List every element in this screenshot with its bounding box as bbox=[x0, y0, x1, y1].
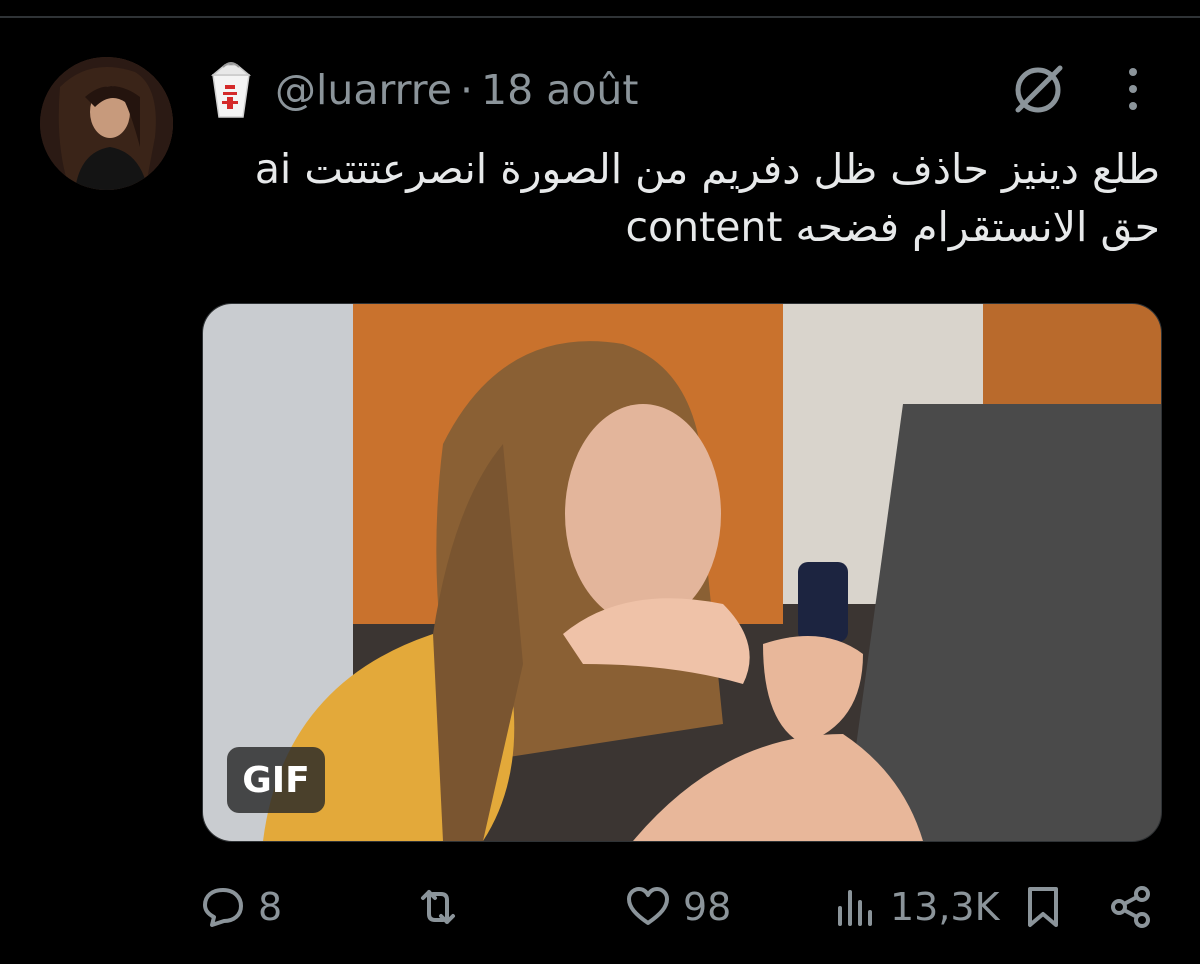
gif-frame bbox=[203, 304, 1161, 841]
reply-count: 8 bbox=[258, 885, 283, 929]
share-icon bbox=[1111, 886, 1150, 928]
reply-icon bbox=[203, 888, 243, 927]
author-handle[interactable]: @luarrre bbox=[275, 69, 452, 111]
tweet-text: طلع دينيز حاذف ظل دفريم من الصورة انصرعت… bbox=[205, 140, 1160, 256]
separator: · bbox=[459, 65, 473, 114]
like-count: 98 bbox=[683, 885, 732, 929]
views-button[interactable]: 13,3K bbox=[832, 875, 1000, 939]
tweet-header: @luarrre · 18 août bbox=[205, 60, 638, 120]
grok-icon[interactable] bbox=[1008, 60, 1068, 120]
avatar[interactable] bbox=[40, 57, 173, 190]
tweet-text-line-2: content حق الانستقرام فضحه bbox=[625, 203, 1161, 251]
tweet-text-line-1: طلع دينيز حاذف ظل دفريم من الصورة انصرعت… bbox=[254, 145, 1160, 193]
bookmark-button[interactable] bbox=[1020, 875, 1066, 939]
views-chart-icon bbox=[838, 890, 872, 926]
retweet-icon bbox=[421, 890, 455, 924]
tweet-date[interactable]: 18 août bbox=[481, 69, 638, 111]
like-button[interactable]: 98 bbox=[625, 875, 731, 939]
gif-badge: GIF bbox=[227, 747, 325, 813]
more-vertical-icon[interactable] bbox=[1116, 64, 1150, 114]
share-button[interactable] bbox=[1108, 875, 1154, 939]
takeout-box-icon bbox=[210, 62, 252, 118]
bookmark-icon bbox=[1028, 887, 1058, 927]
avatar-photo bbox=[40, 57, 173, 190]
reply-button[interactable]: 8 bbox=[200, 875, 282, 939]
heart-icon bbox=[627, 887, 669, 925]
retweet-button[interactable] bbox=[415, 875, 461, 939]
tweet-media-gif[interactable]: GIF bbox=[202, 303, 1162, 842]
tweet-actions: 8 98 13,3K bbox=[200, 875, 1160, 939]
top-divider bbox=[0, 16, 1200, 18]
views-count: 13,3K bbox=[890, 885, 1000, 929]
